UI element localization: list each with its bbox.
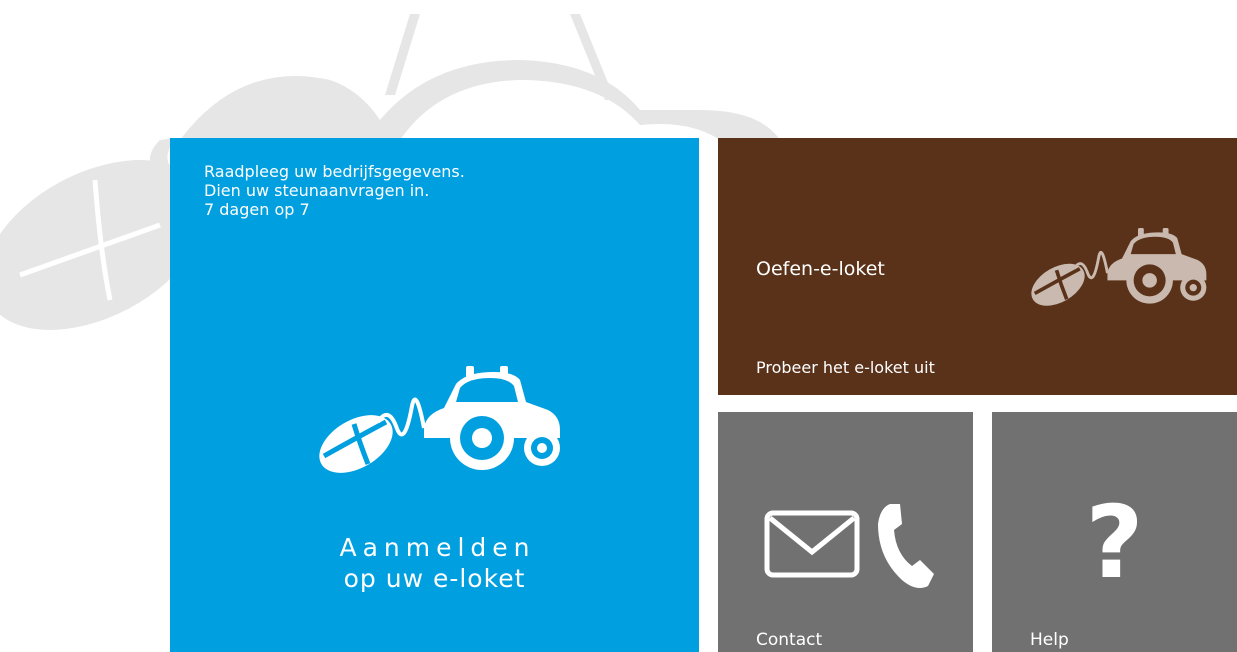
- page: Raadpleeg uw bedrijfsgegevens. Dien uw s…: [0, 0, 1237, 652]
- practice-subtitle: Probeer het e-loket uit: [756, 358, 935, 377]
- login-intro: Raadpleeg uw bedrijfsgegevens. Dien uw s…: [204, 162, 465, 219]
- intro-line: 7 dagen op 7: [204, 200, 310, 219]
- contact-label: Contact: [756, 630, 823, 650]
- practice-tile[interactable]: Oefen-e-loket Probeer het e-loket uit: [718, 138, 1237, 395]
- help-label: Help: [1030, 630, 1069, 650]
- question-mark-icon: ?: [1085, 484, 1144, 601]
- login-title-line1: Aanmelden: [339, 533, 536, 562]
- intro-line: Dien uw steunaanvragen in.: [204, 181, 430, 200]
- mouse-tractor-icon: [1031, 228, 1207, 306]
- practice-title: Oefen-e-loket: [756, 258, 885, 280]
- login-title: Aanmelden op uw e-loket: [170, 532, 699, 594]
- login-tile[interactable]: Raadpleeg uw bedrijfsgegevens. Dien uw s…: [170, 138, 699, 652]
- envelope-icon: [764, 510, 860, 578]
- phone-icon: [878, 504, 934, 588]
- help-tile[interactable]: ? Help: [992, 412, 1237, 652]
- login-title-line2: op uw e-loket: [343, 564, 526, 593]
- mouse-tractor-icon: [319, 366, 560, 473]
- intro-line: Raadpleeg uw bedrijfsgegevens.: [204, 162, 465, 181]
- contact-tile[interactable]: Contact: [718, 412, 973, 652]
